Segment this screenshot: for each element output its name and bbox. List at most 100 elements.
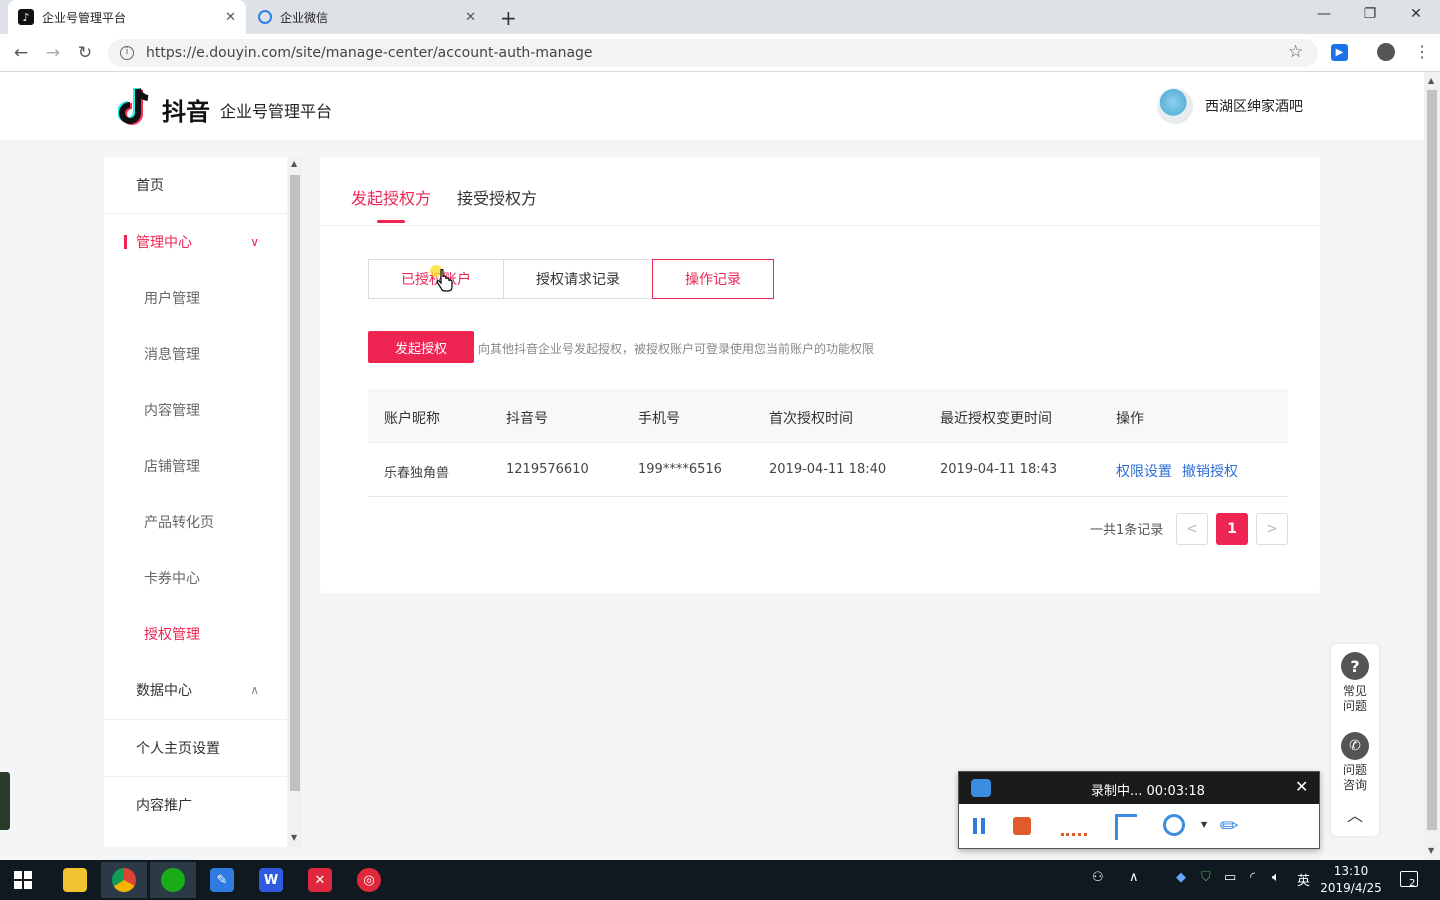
pause-icon[interactable]	[973, 818, 977, 834]
question-icon[interactable]: ?	[1341, 652, 1369, 680]
main-card: 发起授权方 接受授权方 已授权账户 授权请求记录 操作记录 发起授权 向其他抖音…	[320, 157, 1320, 593]
page-scrollbar[interactable]: ▲ ▼	[1424, 72, 1440, 860]
back-icon[interactable]: ←	[10, 42, 32, 64]
chrome-icon[interactable]	[101, 862, 147, 898]
sidebar-scrollbar[interactable]: ▲ ▼	[288, 157, 302, 847]
sidebar-item-label: 产品转化页	[144, 515, 214, 531]
extension-icon[interactable]: ▶	[1331, 44, 1348, 61]
file-explorer-icon[interactable]	[52, 862, 98, 898]
close-tab-icon[interactable]: ✕	[465, 10, 476, 25]
sidebar-item-data-center[interactable]: 数据中心 ∧	[104, 662, 287, 718]
xmind-icon[interactable]: ✕	[297, 862, 343, 898]
scroll-down-icon[interactable]: ▼	[291, 833, 297, 842]
sidebar-item-coupon-center[interactable]: 卡券中心	[104, 550, 287, 606]
table-header: 账户昵称 抖音号 手机号 首次授权时间 最近授权变更时间 操作	[368, 389, 1288, 443]
scroll-up-icon[interactable]: ▲	[291, 159, 297, 168]
sidebar-item-content-promotion[interactable]: 内容推广	[104, 777, 287, 833]
show-hidden-icons-icon[interactable]: ∧	[1129, 870, 1139, 885]
clock[interactable]: 13:10 2019/4/25	[1316, 863, 1386, 897]
side-dock-handle[interactable]	[0, 772, 10, 830]
reload-icon[interactable]: ↻	[74, 42, 96, 64]
prev-page-button[interactable]: <	[1176, 513, 1208, 545]
sidebar-item-label: 消息管理	[144, 347, 200, 363]
browser-tab-wework[interactable]: 企业微信 ✕	[248, 0, 486, 34]
sidebar-item-store-management[interactable]: 店铺管理	[104, 438, 287, 494]
close-recorder-icon[interactable]: ✕	[1295, 777, 1308, 796]
revoke-auth-link[interactable]: 撤销授权	[1182, 461, 1238, 481]
page-1-button[interactable]: 1	[1216, 513, 1248, 545]
info-icon[interactable]: i	[120, 46, 134, 60]
phone-icon[interactable]: ✆	[1341, 732, 1369, 760]
sidebar-item-homepage-settings[interactable]: 个人主页设置	[104, 720, 287, 776]
menu-icon[interactable]: ⋮	[1414, 42, 1430, 61]
chevron-down-icon: ∨	[250, 235, 259, 249]
wechat-icon[interactable]	[150, 862, 196, 898]
sidebar-item-message-management[interactable]: 消息管理	[104, 326, 287, 382]
permission-settings-link[interactable]: 权限设置	[1116, 461, 1172, 481]
security-shield-icon[interactable]: ⛉	[1201, 870, 1211, 885]
clock-date: 2019/4/25	[1320, 881, 1382, 895]
sidebar-item-home[interactable]: 首页	[104, 157, 287, 213]
username[interactable]: 西湖区绅家酒吧	[1205, 96, 1303, 116]
clock-time: 13:10	[1333, 864, 1369, 878]
people-icon[interactable]: ⚇	[1092, 870, 1104, 885]
tab-underline	[377, 220, 405, 223]
input-method-indicator[interactable]: 英	[1297, 870, 1310, 889]
close-window-icon[interactable]: ✕	[1404, 6, 1428, 26]
cut-icon[interactable]	[1115, 814, 1137, 840]
back-to-top-icon[interactable]: ︿	[1331, 808, 1379, 824]
wps-writer-icon[interactable]: W	[248, 862, 294, 898]
url-field[interactable]: i https://e.douyin.com/site/manage-cente…	[108, 39, 1318, 67]
douyin-logo-icon[interactable]	[118, 86, 156, 126]
page-scroll-thumb[interactable]	[1427, 90, 1437, 830]
sidebar-item-label: 首页	[136, 178, 164, 194]
sidebar-scroll-thumb[interactable]	[290, 175, 300, 791]
tab-title: 企业微信	[280, 10, 329, 25]
volume-icon[interactable]: 🔈︎	[1272, 870, 1280, 885]
logo-text: 抖音	[162, 98, 210, 126]
netease-music-icon[interactable]: ◎	[346, 862, 392, 898]
tray-app-icon[interactable]: ◆	[1176, 870, 1186, 885]
wifi-icon[interactable]: ◜	[1250, 870, 1255, 885]
faq-link[interactable]: 常见 问题	[1331, 684, 1379, 714]
tab-receiver[interactable]: 接受授权方	[457, 185, 537, 209]
chevron-up-icon: ∧	[250, 683, 259, 697]
bookmark-star-icon[interactable]: ☆	[1288, 42, 1303, 62]
next-page-button[interactable]: >	[1256, 513, 1288, 545]
sidebar-item-label: 用户管理	[144, 291, 200, 307]
start-icon[interactable]	[0, 862, 46, 898]
scroll-down-icon[interactable]: ▼	[1428, 846, 1434, 855]
segment-operation-records[interactable]: 操作记录	[652, 259, 774, 299]
sidebar-item-content-management[interactable]: 内容管理	[104, 382, 287, 438]
cell-nickname: 乐春独角兽	[384, 466, 450, 481]
scroll-up-icon[interactable]: ▲	[1428, 76, 1434, 85]
stop-icon[interactable]	[1013, 817, 1031, 835]
platform-title: 企业号管理平台	[220, 102, 333, 121]
initiate-auth-button[interactable]: 发起授权	[368, 331, 474, 363]
browser-tab-douyin[interactable]: ♪ 企业号管理平台 ✕	[8, 0, 246, 34]
tab-initiator[interactable]: 发起授权方	[351, 185, 431, 209]
minimize-icon[interactable]: —	[1312, 6, 1336, 26]
sidebar-item-user-management[interactable]: 用户管理	[104, 270, 287, 326]
pen-icon[interactable]: ✎	[1215, 811, 1246, 842]
column-header: 手机号	[638, 411, 680, 427]
sidebar-item-auth-management[interactable]: 授权管理	[104, 606, 287, 662]
new-tab-icon[interactable]: +	[500, 6, 517, 30]
audio-level-icon[interactable]	[1061, 822, 1087, 836]
consult-link[interactable]: 问题 咨询	[1331, 763, 1379, 793]
sidebar-item-product-page[interactable]: 产品转化页	[104, 494, 287, 550]
profile-icon[interactable]	[1377, 43, 1395, 61]
restore-icon[interactable]: ❐	[1358, 6, 1382, 26]
feishu-icon[interactable]: ✎	[199, 862, 245, 898]
sidebar-item-management-center[interactable]: 管理中心 ∨	[104, 214, 287, 270]
sidebar-item-label: 店铺管理	[144, 459, 200, 475]
douyin-favicon-icon: ♪	[18, 9, 34, 25]
dropdown-arrow-icon[interactable]: ▼	[1201, 820, 1207, 829]
webcam-add-icon[interactable]	[1163, 814, 1185, 836]
close-tab-icon[interactable]: ✕	[225, 10, 236, 25]
forward-icon[interactable]: →	[42, 42, 64, 64]
avatar[interactable]	[1157, 88, 1193, 124]
cell-douyin-id: 1219576610	[506, 462, 589, 477]
battery-icon[interactable]: ▭	[1224, 870, 1236, 885]
segment-request-records[interactable]: 授权请求记录	[503, 259, 653, 299]
